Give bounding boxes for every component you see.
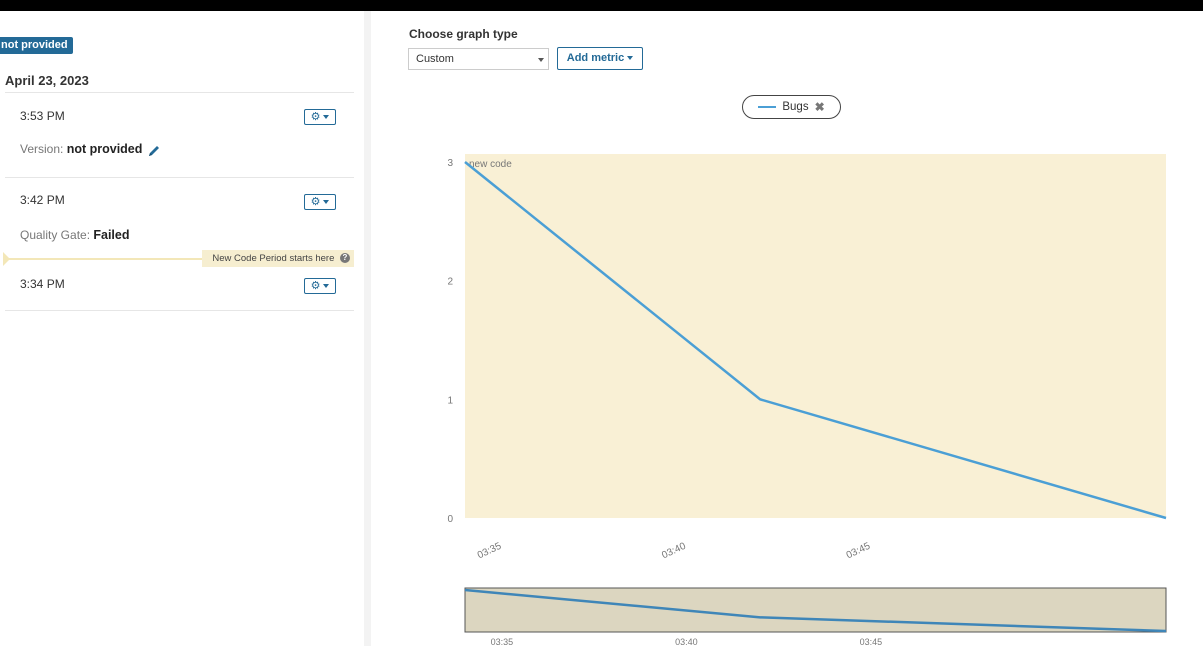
overview-tick-label: 03:45 — [860, 637, 883, 646]
divider-line — [5, 92, 354, 93]
series-swatch — [758, 106, 777, 108]
x-tick-label: 03:35 — [476, 541, 504, 562]
activity-panel: not provided April 23, 2023 3:53 PM ⚙ Ve… — [0, 11, 364, 646]
new-code-area — [465, 154, 1166, 518]
gear-icon: ⚙ — [310, 195, 321, 208]
x-tick-label: 03:40 — [660, 541, 688, 562]
version-label: Version: — [20, 142, 64, 156]
caret-down-icon — [323, 284, 330, 288]
divider-line — [5, 177, 354, 178]
quality-gate-status: Failed — [93, 228, 130, 242]
quality-gate-label: Quality Gate: — [20, 228, 91, 242]
close-icon[interactable]: ✖ — [815, 100, 825, 114]
overview-brush — [464, 587, 1167, 633]
add-metric-label: Add metric — [566, 52, 625, 64]
graph-type-label: Choose graph type — [409, 27, 518, 41]
panel-divider — [364, 11, 371, 646]
new-code-period-line — [5, 258, 203, 260]
add-metric-button[interactable]: Add metric — [557, 47, 643, 70]
event-time: 3:53 PM — [20, 109, 65, 123]
event-actions-button[interactable]: ⚙ — [304, 109, 336, 125]
overview-plot[interactable]: 03:35 03:40 03:45 — [464, 587, 1167, 646]
gear-icon: ⚙ — [310, 110, 321, 123]
y-tick-label: 3 — [447, 158, 453, 169]
event-time: 3:34 PM — [20, 277, 65, 291]
event-actions-button[interactable]: ⚙ — [304, 194, 336, 210]
y-tick-label: 0 — [447, 514, 453, 525]
new-code-period-text: New Code Period starts here — [212, 253, 335, 264]
y-tick-label: 2 — [447, 277, 453, 288]
version-value: not provided — [66, 142, 143, 156]
metric-legend-pill: Bugs ✖ — [742, 95, 841, 119]
new-code-annotation: new code — [469, 159, 512, 170]
caret-down-icon — [627, 56, 634, 61]
event-version-detail: Version: not provided — [20, 142, 142, 156]
version-badge: not provided — [0, 37, 73, 54]
app-frame: not provided April 23, 2023 3:53 PM ⚙ Ve… — [0, 11, 1203, 646]
main-plot: new code 0 1 2 3 03:35 03:40 03:45 — [447, 154, 1167, 562]
caret-down-icon — [323, 115, 330, 119]
new-code-period-marker — [3, 252, 10, 266]
chevron-down-icon — [538, 58, 544, 62]
help-icon[interactable]: ? — [340, 253, 350, 264]
event-quality-gate-detail: Quality Gate: Failed — [20, 228, 130, 242]
graph-type-value: Custom — [416, 53, 454, 65]
caret-down-icon — [323, 200, 330, 204]
history-chart: new code012303:35 03:40 03:45 03:35 03:40 03… — [447, 154, 1167, 646]
x-tick-label: 03:45 — [845, 541, 873, 562]
gear-icon: ⚙ — [310, 279, 321, 292]
overview-tick-label: 03:35 — [491, 637, 514, 646]
graph-type-select[interactable]: Custom — [408, 48, 549, 70]
event-actions-button[interactable]: ⚙ — [304, 278, 336, 294]
metric-name: Bugs — [782, 101, 809, 113]
divider-line — [5, 310, 354, 311]
event-time: 3:42 PM — [20, 193, 65, 207]
activity-date-heading: April 23, 2023 — [5, 73, 89, 88]
new-code-period-label: New Code Period starts here ? — [202, 250, 354, 267]
overview-tick-label: 03:40 — [675, 637, 698, 646]
pencil-icon[interactable] — [147, 144, 161, 158]
y-tick-label: 1 — [447, 395, 453, 406]
